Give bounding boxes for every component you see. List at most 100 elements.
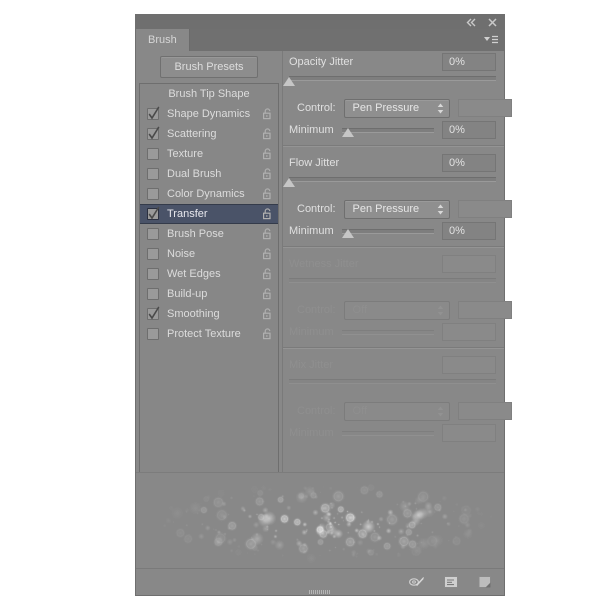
- mix-jitter-value[interactable]: [442, 356, 496, 374]
- brush-option-label: Shape Dynamics: [167, 108, 250, 120]
- wetness-jitter-control-row: Control: Off: [283, 299, 504, 321]
- opacity-jitter-value[interactable]: 0%: [442, 53, 496, 71]
- brush-option-smoothing[interactable]: Smoothing: [140, 304, 278, 324]
- mix-jitter-control-row: Control:Off: [283, 400, 504, 422]
- unlocked-icon[interactable]: [262, 188, 273, 200]
- checkbox-checked[interactable]: [147, 208, 159, 220]
- unlocked-icon[interactable]: [262, 108, 273, 120]
- checkbox-unchecked[interactable]: [147, 328, 159, 340]
- unlocked-icon[interactable]: [262, 328, 273, 340]
- brush-option-wet-edges[interactable]: Wet Edges: [140, 264, 278, 284]
- brush-option-shape-dynamics[interactable]: Shape Dynamics: [140, 104, 278, 124]
- unlocked-icon[interactable]: [262, 228, 273, 240]
- control-value-box[interactable]: [458, 301, 512, 319]
- unlocked-icon[interactable]: [262, 308, 273, 320]
- unlocked-icon[interactable]: [262, 268, 273, 280]
- checkbox-unchecked[interactable]: [147, 188, 159, 200]
- control-select-value: Off: [353, 405, 436, 417]
- brush-option-label: Brush Pose: [167, 228, 224, 240]
- slider-track: [289, 278, 496, 283]
- brush-option-dual-brush[interactable]: Dual Brush: [140, 164, 278, 184]
- section-wetness-jitter: Wetness JitterControl:OffMinimum: [283, 253, 504, 343]
- wetness-jitter-slider[interactable]: [283, 275, 504, 289]
- brush-presets-button[interactable]: Brush Presets: [160, 56, 258, 78]
- wetness-jitter-minimum-row: Minimum: [283, 321, 504, 343]
- checkbox-unchecked[interactable]: [147, 168, 159, 180]
- control-select[interactable]: Off: [344, 301, 450, 320]
- brush-panel: Brush Brush Presets: [135, 14, 505, 596]
- settings-sections: Opacity Jitter0%Control:Pen PressureMini…: [283, 51, 504, 444]
- brush-settings-pane: Opacity Jitter0%Control:Pen PressureMini…: [282, 51, 504, 472]
- checkbox-unchecked[interactable]: [147, 268, 159, 280]
- tab-strip-filler: [190, 29, 478, 51]
- brush-option-brush-pose[interactable]: Brush Pose: [140, 224, 278, 244]
- brush-option-build-up[interactable]: Build-up: [140, 284, 278, 304]
- brush-option-color-dynamics[interactable]: Color Dynamics: [140, 184, 278, 204]
- checkbox-checked[interactable]: [147, 108, 159, 120]
- unlocked-icon[interactable]: [262, 248, 273, 260]
- brush-option-texture[interactable]: Texture: [140, 144, 278, 164]
- minimum-value[interactable]: 0%: [442, 222, 496, 240]
- flow-jitter-slider[interactable]: [283, 174, 504, 188]
- control-value-box[interactable]: [458, 402, 512, 420]
- control-value-box[interactable]: [458, 200, 512, 218]
- brush-tip-shape-header[interactable]: Brush Tip Shape: [140, 84, 278, 104]
- wetness-jitter-value[interactable]: [442, 255, 496, 273]
- minimum-value[interactable]: [442, 323, 496, 341]
- brush-options-sidebar: Brush Presets Brush Tip Shape Shape Dyna…: [136, 51, 282, 472]
- control-select[interactable]: Off: [344, 402, 450, 421]
- brush-option-rows: Shape Dynamics ScatteringTexture Dual Brus…: [140, 104, 278, 344]
- minimum-slider[interactable]: [342, 124, 434, 136]
- checkbox-unchecked[interactable]: [147, 248, 159, 260]
- panel-menu-icon[interactable]: [478, 29, 504, 51]
- control-select-value: Pen Pressure: [353, 203, 436, 215]
- section-mix-jitter: Mix JitterControl:OffMinimum: [283, 354, 504, 444]
- minimum-value[interactable]: 0%: [442, 121, 496, 139]
- control-select-value: Off: [353, 304, 436, 316]
- control-select[interactable]: Pen Pressure: [344, 200, 450, 219]
- collapse-double-arrow-icon[interactable]: [466, 17, 477, 28]
- checkbox-checked[interactable]: [147, 128, 159, 140]
- slider-track: [342, 229, 434, 234]
- minimum-slider[interactable]: [342, 427, 434, 439]
- control-select-value: Pen Pressure: [353, 102, 436, 114]
- slider-track: [289, 177, 496, 182]
- control-label: Control:: [297, 304, 336, 316]
- unlocked-icon[interactable]: [262, 208, 273, 220]
- flow-jitter-control-row: Control:Pen Pressure: [283, 198, 504, 220]
- panel-titlebar: [136, 15, 504, 29]
- brush-tip-shape-label: Brush Tip Shape: [168, 88, 249, 100]
- panel-resize-grip[interactable]: [135, 589, 505, 596]
- checkbox-unchecked[interactable]: [147, 288, 159, 300]
- brush-option-noise[interactable]: Noise: [140, 244, 278, 264]
- slider-track: [342, 431, 434, 436]
- unlocked-icon[interactable]: [262, 168, 273, 180]
- mix-jitter-slider[interactable]: [283, 376, 504, 390]
- unlocked-icon[interactable]: [262, 128, 273, 140]
- tab-brush[interactable]: Brush: [136, 29, 190, 51]
- brush-option-scattering[interactable]: Scattering: [140, 124, 278, 144]
- checkbox-unchecked[interactable]: [147, 148, 159, 160]
- flow-jitter-value[interactable]: 0%: [442, 154, 496, 172]
- brush-option-transfer[interactable]: Transfer: [140, 204, 278, 224]
- brush-option-protect-texture[interactable]: Protect Texture: [140, 324, 278, 344]
- slider-thumb[interactable]: [283, 178, 295, 187]
- close-icon[interactable]: [487, 17, 498, 28]
- minimum-slider[interactable]: [342, 225, 434, 237]
- control-value-box[interactable]: [458, 99, 512, 117]
- flow-jitter-minimum-row: Minimum0%: [283, 220, 504, 242]
- control-select[interactable]: Pen Pressure: [344, 99, 450, 118]
- slider-thumb[interactable]: [283, 77, 295, 86]
- brush-option-label: Color Dynamics: [167, 188, 245, 200]
- checkbox-unchecked[interactable]: [147, 228, 159, 240]
- unlocked-icon[interactable]: [262, 148, 273, 160]
- checkbox-checked[interactable]: [147, 308, 159, 320]
- unlocked-icon[interactable]: [262, 288, 273, 300]
- minimum-slider[interactable]: [342, 326, 434, 338]
- mix-jitter-row: Mix Jitter: [283, 354, 504, 376]
- minimum-value[interactable]: [442, 424, 496, 442]
- slider-thumb[interactable]: [342, 128, 354, 137]
- opacity-jitter-slider[interactable]: [283, 73, 504, 87]
- brush-option-label: Dual Brush: [167, 168, 221, 180]
- slider-thumb[interactable]: [342, 229, 354, 238]
